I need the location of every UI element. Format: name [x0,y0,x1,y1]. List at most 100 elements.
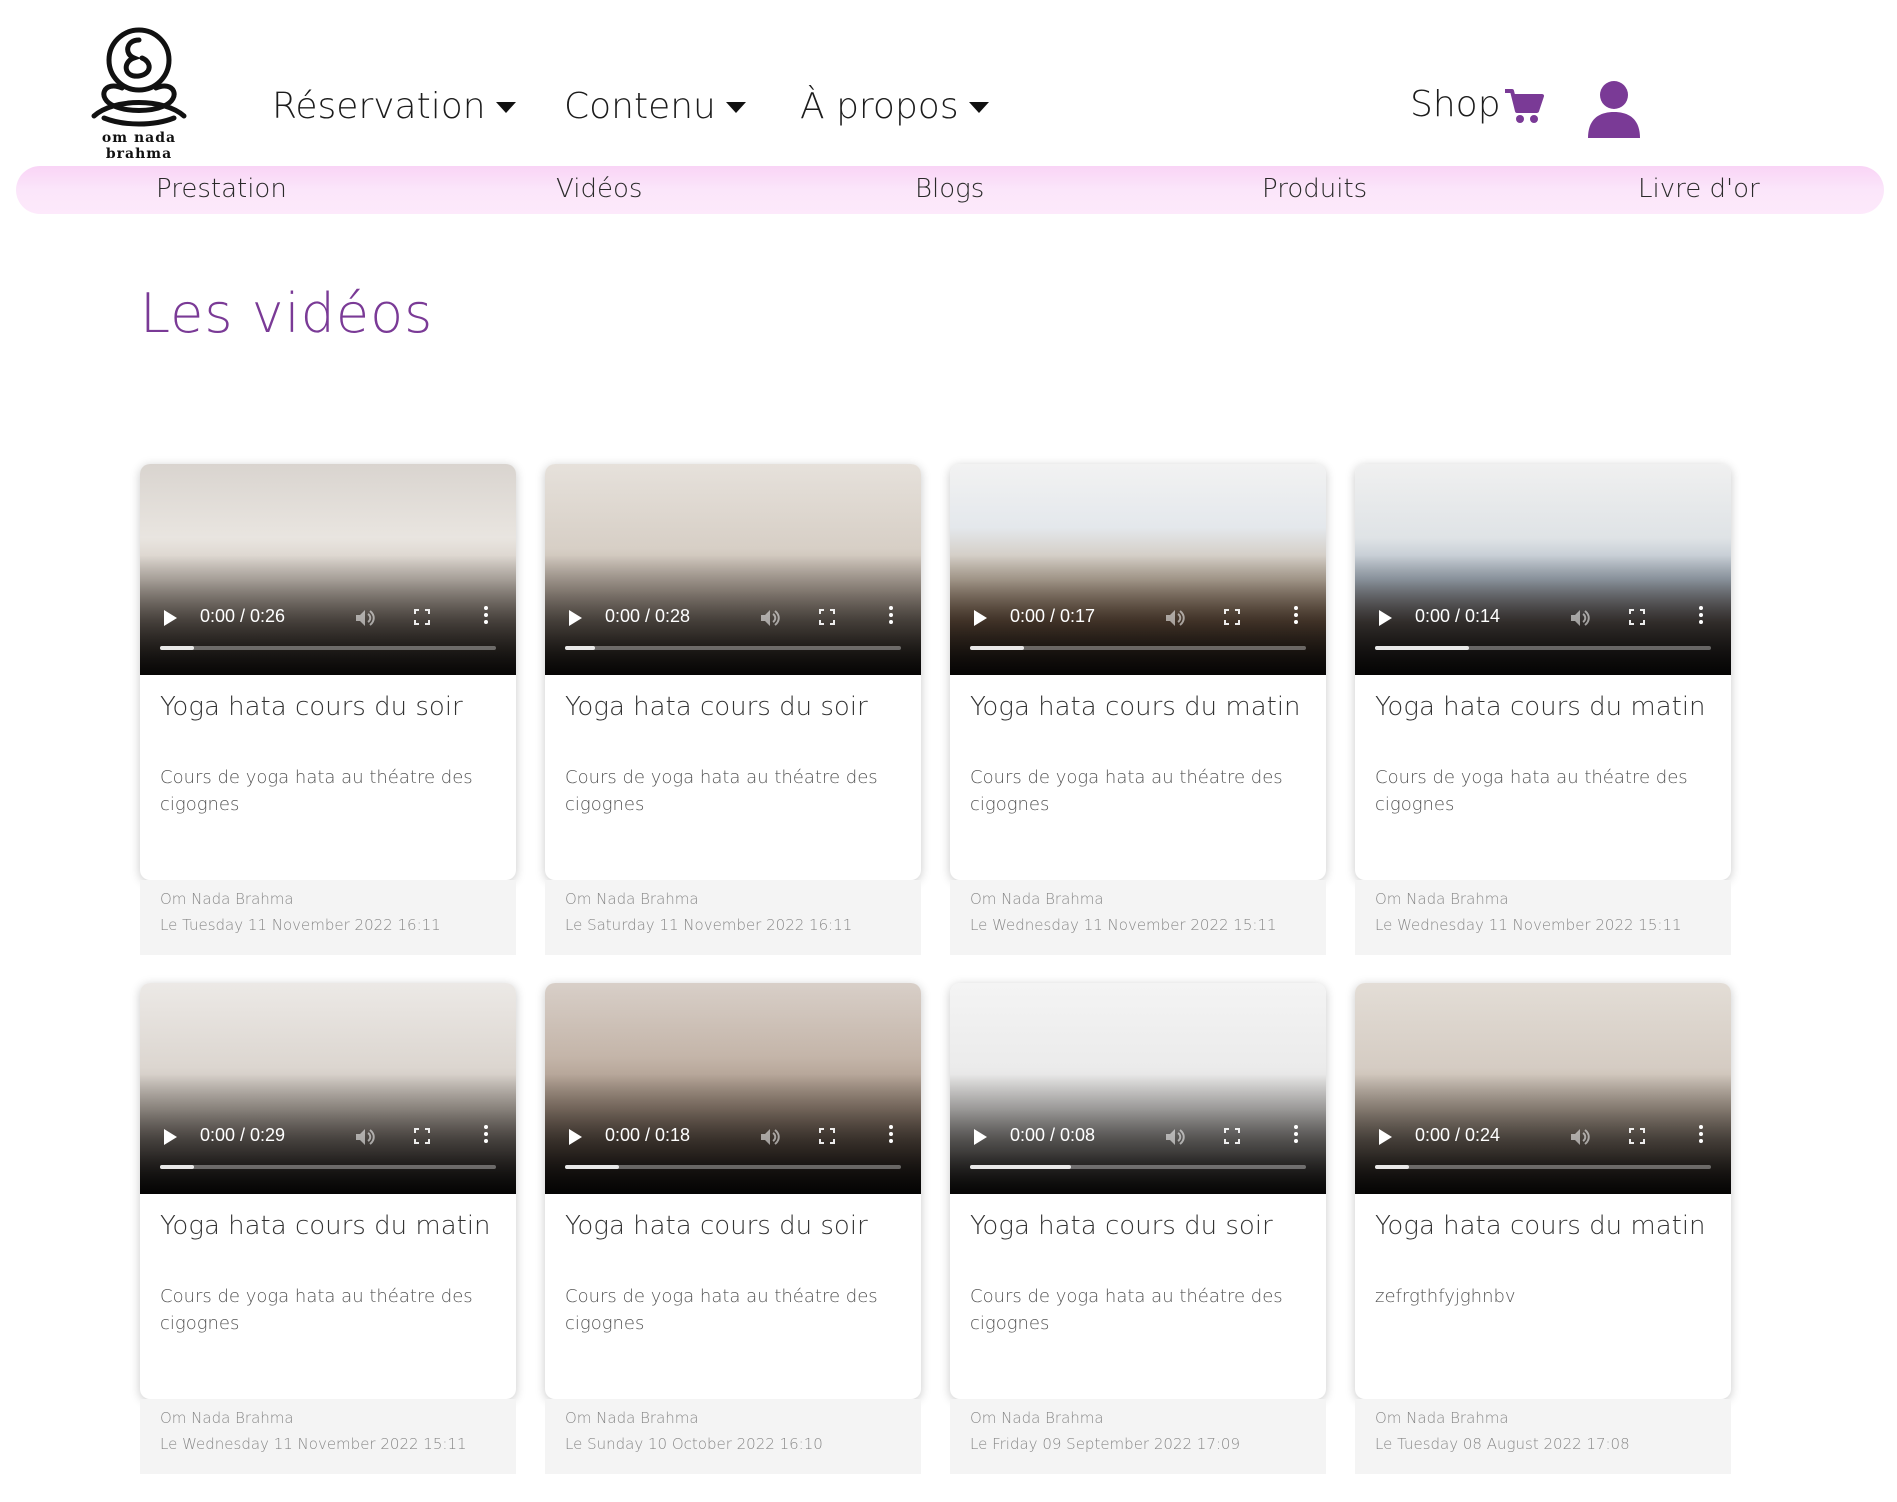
video-time: 0:00 / 0:18 [605,1125,691,1145]
video-date: Le Tuesday 11 November 2022 16:11 [160,916,441,934]
more-options-icon[interactable] [1698,1125,1704,1147]
more-options-icon[interactable] [888,1125,894,1147]
fullscreen-icon[interactable] [819,1128,835,1144]
more-options-icon[interactable] [888,606,894,628]
video-progress-bar[interactable] [565,1165,901,1169]
more-options-icon[interactable] [1698,606,1704,628]
fullscreen-icon[interactable] [414,1128,430,1144]
subnav-livre-dor[interactable]: Livre d'or [1638,174,1760,204]
video-player[interactable]: 0:00 / 0:29 [140,983,516,1194]
volume-icon[interactable] [1569,1127,1591,1147]
video-title[interactable]: Yoga hata cours du soir [160,692,463,722]
video-player[interactable]: 0:00 / 0:24 [1355,983,1731,1194]
video-description: Cours de yoga hata au théatre des cigogn… [160,1286,473,1334]
volume-icon[interactable] [354,1127,376,1147]
fullscreen-icon[interactable] [414,609,430,625]
video-player[interactable]: 0:00 / 0:17 [950,464,1326,675]
video-card-body: 0:00 / 0:29 Yoga hata cours du matin Cou… [140,983,516,1399]
video-date: Le Saturday 11 November 2022 16:11 [565,916,853,934]
video-title[interactable]: Yoga hata cours du matin [970,692,1301,722]
fullscreen-icon[interactable] [1224,1128,1240,1144]
more-options-icon[interactable] [1293,606,1299,628]
video-title[interactable]: Yoga hata cours du matin [160,1211,491,1241]
user-account-icon[interactable] [1586,80,1642,138]
video-author: Om Nada Brahma [160,890,294,908]
video-progress-fill [1375,1165,1409,1169]
volume-icon[interactable] [759,608,781,628]
nav-contenu[interactable]: Contenu [564,86,746,127]
video-time: 0:00 / 0:29 [200,1125,286,1145]
more-options-icon[interactable] [483,1125,489,1147]
video-description: Cours de yoga hata au théatre des cigogn… [565,1286,878,1334]
volume-icon[interactable] [1164,608,1186,628]
video-card-body: 0:00 / 0:28 Yoga hata cours du soir Cour… [545,464,921,880]
volume-icon[interactable] [759,1127,781,1147]
video-description: Cours de yoga hata au théatre des cigogn… [970,1286,1283,1334]
video-player[interactable]: 0:00 / 0:14 [1355,464,1731,675]
secondary-nav: Prestation Vidéos Blogs Produits Livre d… [16,166,1884,214]
play-icon[interactable] [974,610,987,626]
volume-icon[interactable] [354,608,376,628]
video-player[interactable]: 0:00 / 0:18 [545,983,921,1194]
play-icon[interactable] [569,1129,582,1145]
chevron-down-icon [968,102,989,113]
video-progress-bar[interactable] [970,646,1306,650]
video-time: 0:00 / 0:08 [1010,1125,1096,1145]
video-card-body: 0:00 / 0:26 Yoga hata cours du soir Cour… [140,464,516,880]
video-card: 0:00 / 0:26 Yoga hata cours du soir Cour… [140,464,516,955]
video-description: Cours de yoga hata au théatre des cigogn… [1375,767,1688,815]
video-progress-bar[interactable] [160,646,496,650]
chevron-down-icon [495,102,516,113]
nav-reservation[interactable]: Réservation [272,86,516,127]
fullscreen-icon[interactable] [1224,609,1240,625]
play-icon[interactable] [974,1129,987,1145]
subnav-videos[interactable]: Vidéos [556,174,642,204]
nav-contenu-label: Contenu [564,86,716,127]
more-options-icon[interactable] [1293,1125,1299,1147]
video-title[interactable]: Yoga hata cours du soir [565,692,868,722]
video-card: 0:00 / 0:17 Yoga hata cours du matin Cou… [950,464,1326,955]
video-progress-bar[interactable] [1375,1165,1711,1169]
chevron-down-icon [725,102,746,113]
subnav-blogs[interactable]: Blogs [915,174,984,204]
video-title[interactable]: Yoga hata cours du matin [1375,1211,1706,1241]
video-controls: 0:00 / 0:14 [1355,600,1731,636]
fullscreen-icon[interactable] [1629,609,1645,625]
subnav-produits[interactable]: Produits [1262,174,1367,204]
site-logo[interactable]: om nada brahma [74,18,204,162]
video-title[interactable]: Yoga hata cours du soir [970,1211,1273,1241]
video-progress-bar[interactable] [160,1165,496,1169]
play-icon[interactable] [569,610,582,626]
video-progress-bar[interactable] [1375,646,1711,650]
video-time: 0:00 / 0:26 [200,606,286,626]
video-progress-bar[interactable] [565,646,901,650]
video-card-body: 0:00 / 0:18 Yoga hata cours du soir Cour… [545,983,921,1399]
volume-icon[interactable] [1569,608,1591,628]
video-player[interactable]: 0:00 / 0:28 [545,464,921,675]
shop-link[interactable]: Shop [1410,84,1545,125]
video-progress-fill [160,646,194,650]
play-icon[interactable] [164,610,177,626]
video-progress-fill [565,1165,619,1169]
video-controls: 0:00 / 0:08 [950,1119,1326,1155]
video-progress-bar[interactable] [970,1165,1306,1169]
more-options-icon[interactable] [483,606,489,628]
play-icon[interactable] [1379,1129,1392,1145]
subnav-prestation[interactable]: Prestation [156,174,287,204]
nav-a-propos[interactable]: À propos [800,86,989,127]
video-author: Om Nada Brahma [160,1409,294,1427]
fullscreen-icon[interactable] [1629,1128,1645,1144]
video-card-footer: Om Nada Brahma Le Sunday 10 October 2022… [545,1399,921,1474]
shop-label: Shop [1410,84,1501,125]
video-card-footer: Om Nada Brahma Le Tuesday 11 November 20… [140,880,516,955]
play-icon[interactable] [1379,610,1392,626]
fullscreen-icon[interactable] [819,609,835,625]
video-title[interactable]: Yoga hata cours du soir [565,1211,868,1241]
video-title[interactable]: Yoga hata cours du matin [1375,692,1706,722]
volume-icon[interactable] [1164,1127,1186,1147]
video-card: 0:00 / 0:14 Yoga hata cours du matin Cou… [1355,464,1731,955]
video-player[interactable]: 0:00 / 0:26 [140,464,516,675]
play-icon[interactable] [164,1129,177,1145]
video-player[interactable]: 0:00 / 0:08 [950,983,1326,1194]
video-author: Om Nada Brahma [565,890,699,908]
